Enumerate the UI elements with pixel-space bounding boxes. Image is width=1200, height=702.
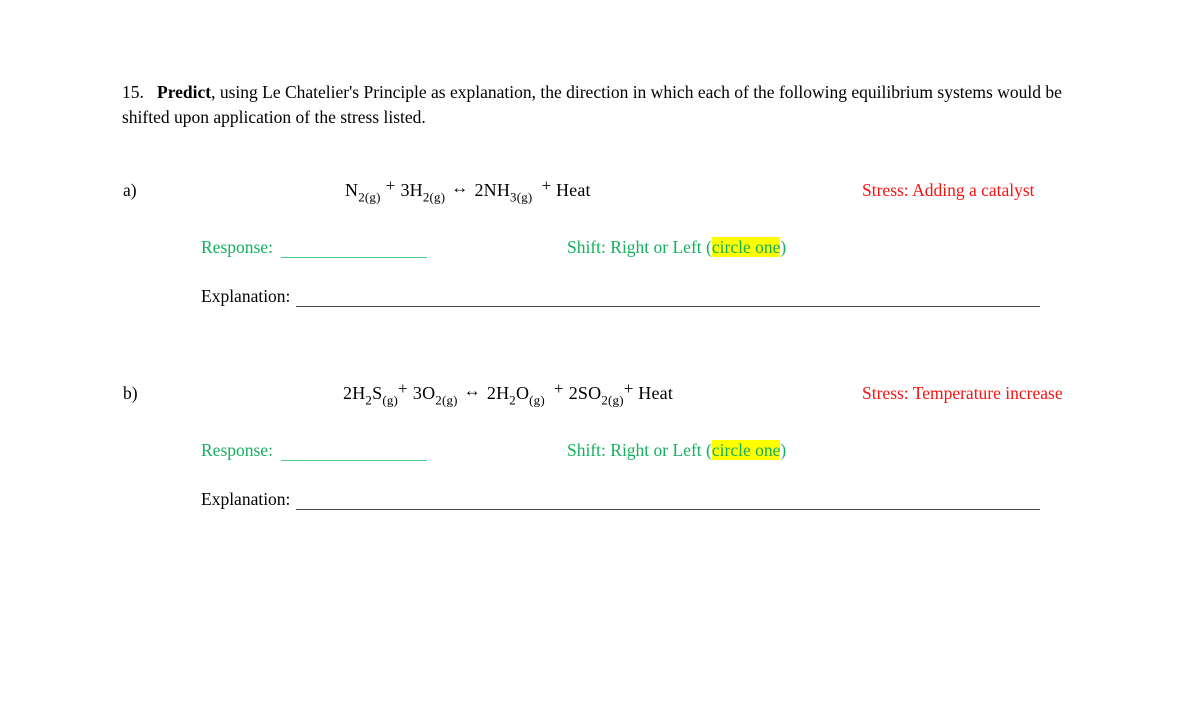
plus-sign: + [398, 379, 408, 398]
response-answer-line[interactable] [281, 257, 427, 258]
reactant-h2: 3H2(g) [400, 180, 446, 205]
heat-term: Heat [638, 383, 674, 404]
worksheet-page: 15. Predict, using Le Chatelier's Princi… [0, 0, 1200, 702]
part-a-stress: Stress: Adding a catalyst [862, 180, 1035, 200]
plus-sign-products: + [553, 379, 564, 398]
response-label: Response: [201, 237, 273, 257]
shift-text-prefix: Shift: Right or Left ( [567, 440, 712, 460]
equilibrium-arrow-icon: ↔ [451, 178, 469, 198]
plus-sign: + [385, 176, 396, 195]
product-nh3: 2NH3(g) [474, 180, 533, 205]
heat-term: Heat [555, 180, 591, 201]
question-heading: 15. Predict, using Le Chatelier's Princi… [122, 80, 1074, 130]
part-b-stress: Stress: Temperature increase [862, 383, 1063, 403]
response-label: Response: [201, 440, 273, 460]
question-bold-word: Predict [157, 82, 212, 102]
part-b-equation: 2H2S(g)+ 3O2(g) ↔ 2H2O(g)+ 2SO2(g)+ Heat [343, 379, 674, 408]
part-b-label: b) [123, 383, 138, 403]
part-a-equation: N2(g)+ 3H2(g) ↔ 2NH3(g)+ Heat [345, 176, 591, 205]
product-h2o: 2H2O(g) [486, 383, 545, 408]
plus-sign-heat: + [623, 379, 634, 398]
product-so2: 2SO2(g) [568, 383, 624, 408]
shift-text-suffix: ) [780, 440, 787, 460]
response-answer-line[interactable] [281, 460, 427, 461]
shift-text-prefix: Shift: Right or Left ( [567, 237, 712, 257]
circle-one-highlight[interactable]: circle one [711, 237, 781, 257]
explanation-answer-line[interactable] [296, 509, 1040, 510]
reactant-h2s: 2H2S(g) [343, 383, 399, 408]
explanation-answer-line[interactable] [296, 306, 1040, 307]
part-a-label: a) [123, 180, 137, 200]
explanation-label: Explanation: [201, 286, 291, 306]
reactant-n2: N2(g) [345, 180, 381, 205]
plus-sign-heat: + [541, 176, 552, 195]
shift-label: Shift: Right or Left (circle one) [567, 440, 786, 461]
equilibrium-arrow-icon: ↔ [463, 381, 481, 401]
explanation-label: Explanation: [201, 489, 291, 509]
question-text: , using Le Chatelier's Principle as expl… [122, 82, 1062, 127]
shift-text-suffix: ) [780, 237, 787, 257]
circle-one-highlight[interactable]: circle one [711, 440, 781, 460]
reactant-o2: 3O2(g) [412, 383, 458, 408]
question-number: 15. [122, 82, 144, 102]
shift-label: Shift: Right or Left (circle one) [567, 237, 786, 258]
